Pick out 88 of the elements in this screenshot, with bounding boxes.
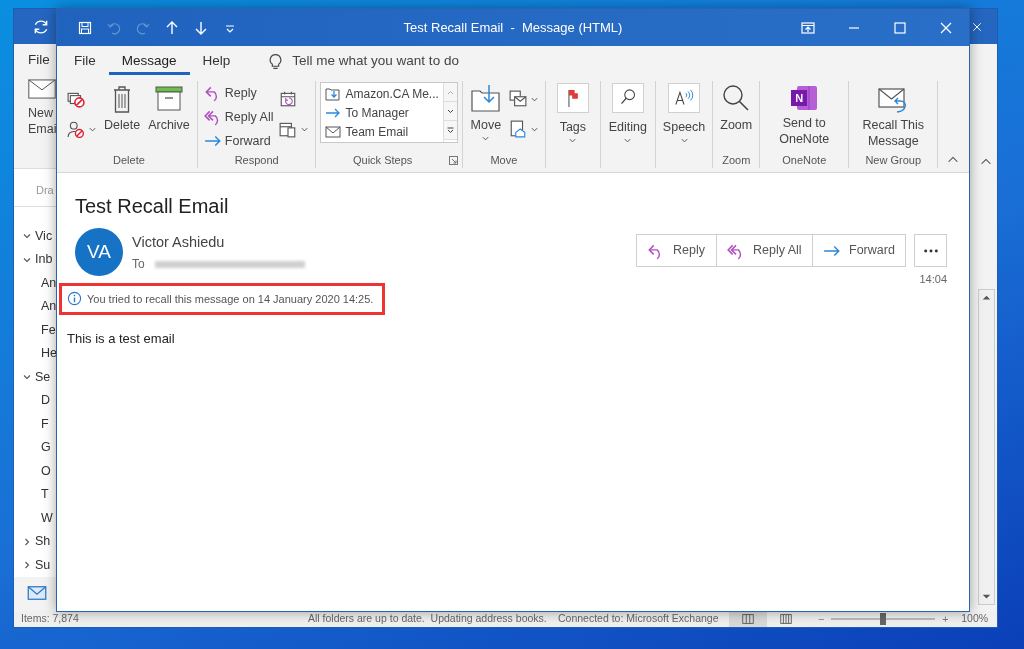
search-prompt[interactable]: Tell me what you want to do <box>292 50 459 72</box>
person-icon <box>67 120 85 138</box>
group-label: Delete <box>113 152 145 168</box>
group-label: Respond <box>234 152 279 168</box>
message-body: This is a test email <box>67 330 176 348</box>
forward-button[interactable]: Forward <box>812 234 906 267</box>
mail-icon[interactable] <box>26 583 48 603</box>
envelopes-icon <box>508 90 527 108</box>
sync-icon[interactable] <box>32 17 50 36</box>
zoom-percent: 100% <box>961 611 989 627</box>
folder-item[interactable]: Su <box>35 555 51 575</box>
ribbon-button[interactable] <box>506 89 541 109</box>
close-icon[interactable] <box>971 20 983 33</box>
group-label: Move <box>490 152 518 168</box>
reply-button[interactable]: Reply <box>636 234 717 267</box>
zoom-in-button[interactable]: + <box>939 613 952 625</box>
folder-item[interactable]: T <box>41 485 49 505</box>
folder-item[interactable]: Se <box>35 367 51 387</box>
info-icon <box>67 291 82 307</box>
folder-item[interactable]: Inb <box>35 250 53 270</box>
ribbon-tab[interactable]: File <box>61 46 109 76</box>
ribbon-button[interactable]: Move <box>466 81 505 145</box>
sender-name: Victor Ashiedu <box>132 233 226 252</box>
ribbon-button[interactable]: Tags <box>549 81 596 147</box>
column-header: Dra <box>36 183 54 196</box>
document-icon <box>508 120 527 138</box>
ribbon-button[interactable]: Reply <box>201 83 276 104</box>
columns-icon <box>779 612 793 626</box>
up-arrow-icon <box>164 19 180 36</box>
info-text: You tried to recall this message on 14 January 2020 14:25. <box>87 291 374 307</box>
ribbon-button[interactable]: Forward <box>201 130 276 152</box>
ribbon-button[interactable]: Speech <box>659 81 709 147</box>
folder-item[interactable]: D <box>41 391 51 411</box>
new-email-button[interactable]: New Emai <box>28 70 57 138</box>
ribbon-button[interactable]: Editing <box>604 81 651 147</box>
folder-item[interactable]: F <box>41 414 49 434</box>
ribbon-tab[interactable]: Message <box>108 47 190 75</box>
ribbon-button[interactable]: Recall This Message <box>853 81 934 152</box>
quick-step[interactable]: Team Email <box>325 122 439 141</box>
folder-icon <box>325 85 342 102</box>
group-label: New Group <box>865 152 922 168</box>
dialog-launcher-icon[interactable] <box>448 155 458 165</box>
folder-item[interactable]: Sh <box>35 532 51 552</box>
slider-thumb[interactable] <box>880 613 887 625</box>
gallery-more-button[interactable] <box>443 121 457 140</box>
message-subject: Test Recall Email <box>75 194 230 219</box>
window-title: Test Recall Email - Message (HTML) <box>403 18 623 37</box>
menu-tab[interactable]: File <box>28 50 50 71</box>
to-label: To <box>132 256 145 271</box>
ribbon-button[interactable]: Reply All <box>201 106 276 128</box>
chevron-icon[interactable] <box>22 536 32 547</box>
quick-step[interactable]: Amazon.CA Me... <box>325 84 439 103</box>
minimize-icon <box>848 26 860 29</box>
folder-icon <box>469 83 502 115</box>
zoom-out-button[interactable]: − <box>815 613 828 625</box>
group-label: Zoom <box>722 152 751 168</box>
folder-item[interactable]: W <box>41 508 53 528</box>
reply-all-button[interactable]: Reply All <box>716 234 813 267</box>
save-icon <box>77 19 93 36</box>
ignore-icon <box>67 90 85 108</box>
maximize-icon <box>892 19 908 36</box>
folder-item[interactable]: O <box>41 461 51 481</box>
ribbon-button[interactable]: Archive <box>145 81 193 136</box>
folder-item[interactable]: He <box>41 344 57 364</box>
ribbon-button[interactable]: Zoom <box>717 81 756 136</box>
chevron-icon[interactable] <box>22 560 32 571</box>
ribbon-button[interactable] <box>65 119 99 139</box>
folder-item[interactable]: Vic <box>35 226 53 246</box>
group-label: Quick Steps <box>353 152 413 168</box>
status-text: Items: 7,874 <box>21 611 80 627</box>
mail-icon <box>325 123 342 140</box>
received-time: 14:04 <box>919 272 947 287</box>
columns-icon <box>741 612 755 626</box>
folder-item[interactable]: Fe <box>41 320 56 340</box>
folder-item[interactable]: An <box>41 273 57 293</box>
avatar: VA <box>75 228 123 276</box>
folder-item[interactable]: An <box>41 297 57 317</box>
group-label: OneNote <box>782 152 827 168</box>
ribbon-button[interactable]: Delete <box>101 81 144 136</box>
ribbon-tab[interactable]: Help <box>189 46 244 76</box>
ribbon-options-icon <box>800 19 816 36</box>
folder-item[interactable]: G <box>41 438 51 458</box>
status-text: Connected to: Microsoft Exchange <box>558 611 720 627</box>
more-icon <box>923 248 938 253</box>
down-arrow-icon <box>193 19 209 36</box>
quick-step[interactable]: To Manager <box>325 103 439 122</box>
status-text: All folders are up to date. Updating address books. <box>308 611 548 627</box>
ribbon-button[interactable]: N Send to OneNote <box>764 81 845 150</box>
